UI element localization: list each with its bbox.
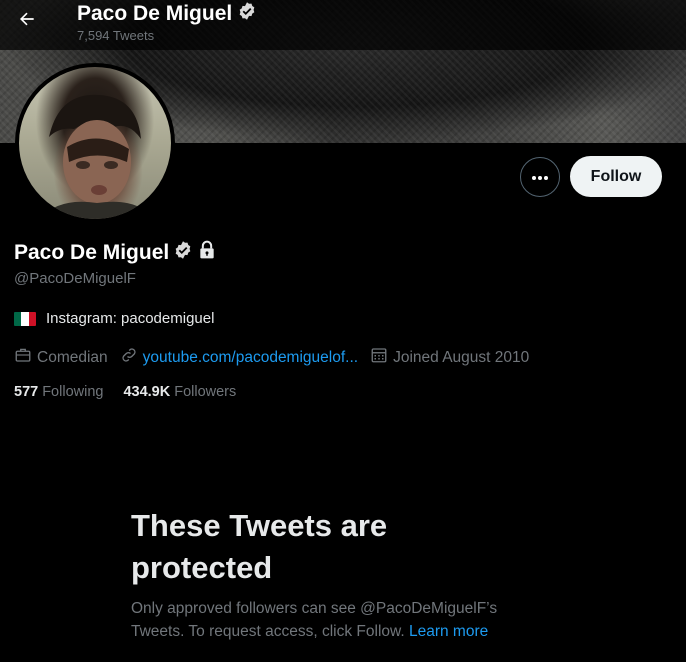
learn-more-link[interactable]: Learn more [409,623,488,640]
link-icon [120,346,138,369]
joined-item: Joined August 2010 [370,346,529,369]
more-options-button[interactable] [520,157,560,197]
following-link[interactable]: 577 Following [14,384,103,400]
verified-badge-icon[interactable] [173,240,193,266]
briefcase-icon [14,346,32,369]
verified-badge-icon [237,1,257,27]
header-name: Paco De Miguel [77,2,233,25]
top-bar: Paco De Miguel 7,594 Tweets [0,0,686,50]
following-label: Following [42,384,104,400]
bio-text: Instagram: pacodemiguel [46,310,215,327]
header-title: Paco De Miguel [77,0,257,28]
followers-count: 434.9K [123,384,171,400]
protected-body: Only approved followers can see @PacoDeM… [131,597,551,643]
bio: Instagram: pacodemiguel [14,310,214,327]
lock-icon[interactable] [197,240,217,266]
website-link[interactable]: youtube.com/pacodemiguelof... [143,349,358,367]
followers-label: Followers [174,384,237,400]
back-button[interactable] [12,6,42,36]
profile-name: Paco De Miguel [14,241,170,264]
mexico-flag-icon [14,311,36,326]
category-item: Comedian [14,346,108,369]
following-count: 577 [14,384,39,400]
website-item[interactable]: youtube.com/pacodemiguelof... [120,346,358,369]
tweet-count: 7,594 Tweets [77,28,155,43]
follow-stats: 577 Following 434.9K Followers [14,384,236,400]
arrow-left-icon [17,9,37,34]
category-label: Comedian [37,348,108,366]
profile-handle: @PacoDeMiguelF [14,270,136,287]
profile-meta: Comedian youtube.com/pacodemiguelof... J… [14,346,541,369]
avatar[interactable] [15,63,175,223]
protected-title: These Tweets are protected [131,508,388,585]
joined-label: Joined August 2010 [393,348,530,366]
profile-name-row: Paco De Miguel [14,240,217,266]
calendar-icon [370,346,388,369]
follow-button[interactable]: Follow [570,156,662,197]
followers-link[interactable]: 434.9K Followers [123,384,236,400]
more-dots-icon [531,168,549,186]
